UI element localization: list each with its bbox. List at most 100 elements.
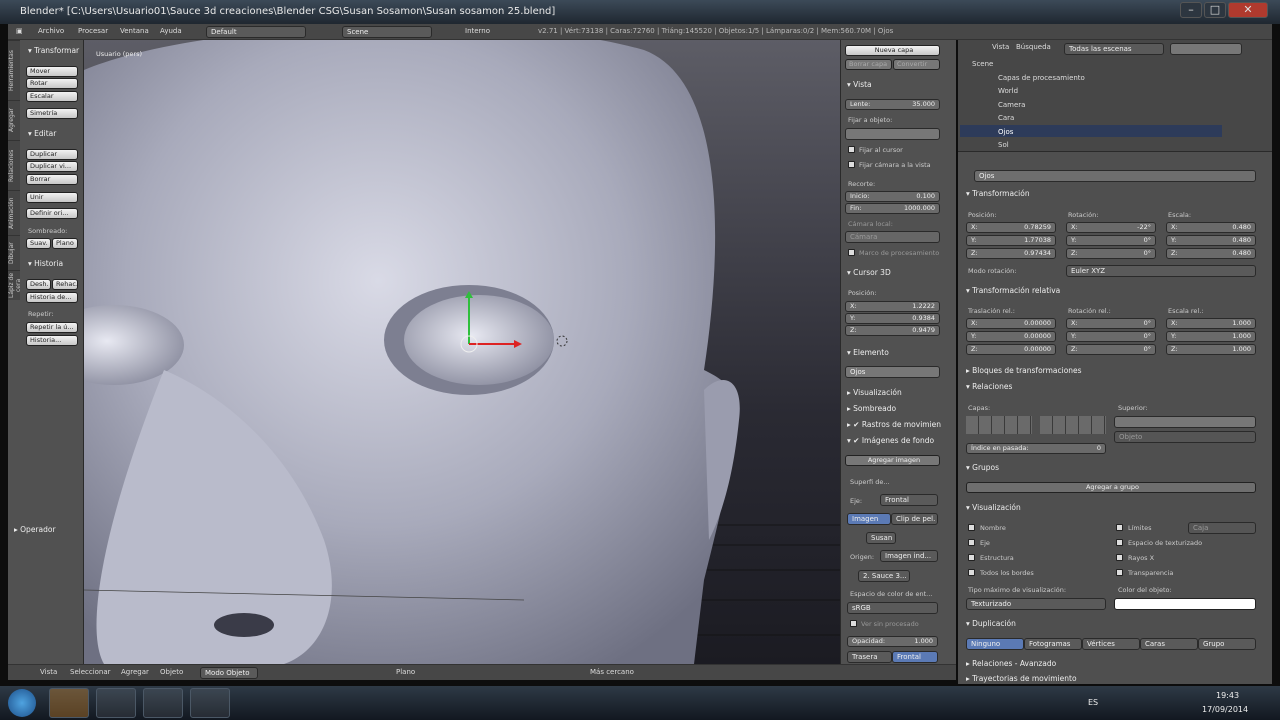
tab-lapiz[interactable]: Lápiz de cera xyxy=(8,270,22,300)
add-to-group-button[interactable]: Agregar a grupo xyxy=(966,482,1256,493)
object-color-swatch[interactable] xyxy=(1114,598,1256,610)
lock-camera-checkbox[interactable] xyxy=(848,161,855,168)
repeat-last-button[interactable]: Repetir la ú... xyxy=(26,322,78,333)
outliner-row-render-layers[interactable]: Capas de procesamiento xyxy=(998,74,1085,82)
outliner-row-sol[interactable]: Sol xyxy=(998,141,1009,149)
language-indicator[interactable]: ES xyxy=(1088,698,1098,707)
transform-locks-header[interactable]: ▸ Bloques de transformaciones xyxy=(966,366,1082,375)
clip-start-field[interactable]: Inicio: 0.100 xyxy=(845,191,940,202)
menu-vista[interactable]: Vista xyxy=(40,668,57,676)
tab-animacion[interactable]: Animación xyxy=(8,190,20,235)
menu-objeto[interactable]: Objeto xyxy=(160,668,183,676)
menu-ayuda[interactable]: Ayuda xyxy=(160,27,182,35)
render-engine[interactable]: Interno xyxy=(465,27,490,35)
menu-procesar[interactable]: Procesar xyxy=(78,27,108,35)
new-layer-button[interactable]: Nueva capa xyxy=(845,45,940,56)
delta-location-z[interactable]: Z: 0.00000 xyxy=(966,344,1056,355)
delta-location-y[interactable]: Y: 0.00000 xyxy=(966,331,1056,342)
menu-archivo[interactable]: Archivo xyxy=(38,27,64,35)
local-camera-field[interactable]: Cámara xyxy=(845,231,940,243)
outliner-row-scene[interactable]: Scene xyxy=(972,60,993,68)
motion-tracking-header[interactable]: ▸ ✔ Rastros de movimien xyxy=(847,420,941,429)
delta-rotation-y[interactable]: Y: 0° xyxy=(1066,331,1156,342)
transparency-checkbox[interactable] xyxy=(1116,569,1123,576)
close-button[interactable]: ✕ xyxy=(1228,2,1268,18)
join-button[interactable]: Unir xyxy=(26,192,78,203)
view-header[interactable]: ▾ Vista xyxy=(847,80,872,89)
background-images-header[interactable]: ▾ ✔ Imágenes de fondo xyxy=(847,436,934,445)
delta-location-x[interactable]: X: 0.00000 xyxy=(966,318,1056,329)
tab-movie-clip[interactable]: Clip de pel. xyxy=(891,513,938,525)
display-panel-header[interactable]: ▾ Visualización xyxy=(966,503,1021,512)
image-file-field[interactable]: 2. Sauce 3... xyxy=(858,570,910,582)
delta-rotation-z[interactable]: Z: 0° xyxy=(1066,344,1156,355)
bounds-type-select[interactable]: Caja xyxy=(1188,522,1256,534)
smooth-button[interactable]: Suav. xyxy=(26,238,51,249)
pass-index-field[interactable]: Índice en pasada: 0 xyxy=(966,443,1106,454)
max-draw-select[interactable]: Texturizado xyxy=(966,598,1106,610)
opacity-field[interactable]: Opacidad: 1.000 xyxy=(847,636,938,647)
layout-selector[interactable]: Default xyxy=(206,26,306,38)
relations-extras-header[interactable]: ▸ Relaciones - Avanzado xyxy=(966,659,1056,668)
edit-header[interactable]: ▾ Editar xyxy=(28,129,56,138)
cursor-x-field[interactable]: X: 1.2222 xyxy=(845,301,940,312)
lock-object-field[interactable] xyxy=(845,128,940,140)
undo-button[interactable]: Desh. xyxy=(26,279,51,290)
editor-type-icon[interactable]: ▣ xyxy=(16,27,23,35)
object-name-field[interactable]: Ojos xyxy=(974,170,1256,182)
add-image-button[interactable]: Agregar imagen xyxy=(845,455,940,466)
outliner-menu-vista[interactable]: Vista xyxy=(992,43,1009,51)
show-name-checkbox[interactable] xyxy=(968,524,975,531)
scale-button[interactable]: Escalar xyxy=(26,91,78,102)
show-wire-checkbox[interactable] xyxy=(968,554,975,561)
nvidia-taskbar-icon[interactable] xyxy=(190,688,230,718)
scale-y-field[interactable]: Y: 0.480 xyxy=(1166,235,1256,246)
scene-selector[interactable]: Scene xyxy=(342,26,432,38)
rotation-mode-select[interactable]: Euler XYZ xyxy=(1066,265,1256,277)
rotation-y-field[interactable]: Y: 0° xyxy=(1066,235,1156,246)
start-button-icon[interactable] xyxy=(8,689,36,717)
app-taskbar-icon[interactable] xyxy=(143,688,183,718)
front-button[interactable]: Frontal xyxy=(892,651,938,663)
outliner-row-world[interactable]: World xyxy=(998,87,1018,95)
display-header[interactable]: ▸ Visualización xyxy=(847,388,902,397)
relations-header[interactable]: ▾ Relaciones xyxy=(966,382,1012,391)
menu-seleccionar[interactable]: Seleccionar xyxy=(70,668,111,676)
flat-button[interactable]: Plano xyxy=(52,238,78,249)
outliner-menu-busqueda[interactable]: Búsqueda xyxy=(1016,43,1051,51)
parent-field[interactable] xyxy=(1114,416,1256,428)
mode-selector[interactable]: Modo Objeto xyxy=(200,667,258,679)
item-name-field[interactable]: Ojos xyxy=(845,366,940,378)
dup-group-button[interactable]: Grupo xyxy=(1198,638,1256,650)
undo-history-button[interactable]: Historia de... xyxy=(26,292,78,303)
location-z-field[interactable]: Z: 0.97434 xyxy=(966,248,1056,259)
layers-grid-a[interactable] xyxy=(966,416,1032,434)
blender-taskbar-icon[interactable] xyxy=(49,688,89,718)
cursor-z-field[interactable]: Z: 0.9479 xyxy=(845,325,940,336)
shading-header[interactable]: ▸ Sombreado xyxy=(847,404,896,413)
chrome-taskbar-icon[interactable] xyxy=(96,688,136,718)
convert-button[interactable]: Convertir xyxy=(893,59,940,70)
dup-faces-button[interactable]: Caras xyxy=(1140,638,1198,650)
snap-target-selector[interactable]: Más cercano xyxy=(590,668,634,676)
clock-time[interactable]: 19:43 xyxy=(1216,691,1239,700)
rotate-button[interactable]: Rotar xyxy=(26,78,78,89)
scale-x-field[interactable]: X: 0.480 xyxy=(1166,222,1256,233)
move-button[interactable]: Mover xyxy=(26,66,78,77)
history-header[interactable]: ▾ Historia xyxy=(28,259,63,268)
source-select[interactable]: Imagen ind... xyxy=(880,550,938,562)
3d-viewport[interactable]: Usuario (pers) xyxy=(84,40,840,664)
minimize-button[interactable]: – xyxy=(1180,2,1202,18)
back-button[interactable]: Trasera xyxy=(847,651,892,663)
tab-herramientas[interactable]: Herramientas xyxy=(8,40,20,100)
tab-relaciones[interactable]: Relaciones xyxy=(8,140,20,190)
delta-rotation-x[interactable]: X: 0° xyxy=(1066,318,1156,329)
groups-header[interactable]: ▾ Grupos xyxy=(966,463,999,472)
rotation-x-field[interactable]: X: -22° xyxy=(1066,222,1156,233)
dup-frames-button[interactable]: Fotogramas xyxy=(1024,638,1082,650)
rotation-z-field[interactable]: Z: 0° xyxy=(1066,248,1156,259)
tab-image[interactable]: Imagen xyxy=(847,513,891,525)
delete-layer-button[interactable]: Borrar capa xyxy=(845,59,892,70)
repeat-history-button[interactable]: Historia... xyxy=(26,335,78,346)
lens-field[interactable]: Lente: 35.000 xyxy=(845,99,940,110)
